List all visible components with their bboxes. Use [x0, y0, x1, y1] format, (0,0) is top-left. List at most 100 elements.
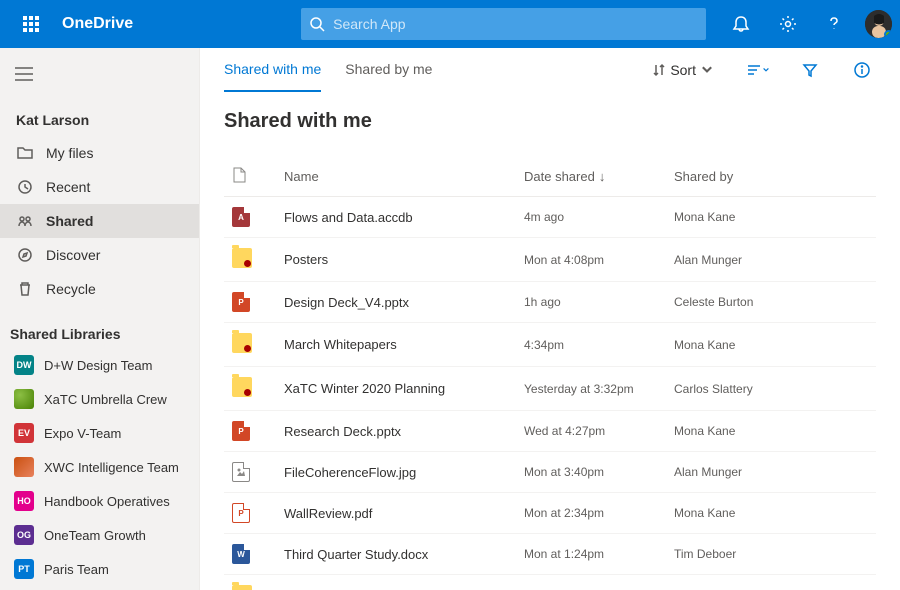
- file-name-cell: March Whitepapers: [276, 323, 516, 367]
- library-item[interactable]: OGOneTeam Growth: [0, 518, 199, 552]
- user-avatar[interactable]: [865, 10, 892, 38]
- nav-item-discover[interactable]: Discover: [0, 238, 199, 272]
- library-item[interactable]: EV Expo V-Team: [0, 416, 199, 450]
- file-table: Name Date shared↓ Shared by A Flows and D…: [224, 157, 876, 590]
- file-icon-cell: [224, 575, 276, 590]
- search-box[interactable]: [301, 8, 706, 40]
- search-input[interactable]: [333, 16, 698, 32]
- info-icon: [854, 62, 870, 78]
- file-by-cell: Carlos Slattery: [666, 367, 876, 411]
- file-name-cell: XaTC Winter 2020 Planning: [276, 367, 516, 411]
- file-by-cell: Mona Kane: [666, 493, 876, 534]
- file-name-cell: WallReview.pdf: [276, 493, 516, 534]
- col-date-header[interactable]: Date shared↓: [516, 157, 666, 197]
- help-icon: [825, 15, 843, 33]
- col-icon-header[interactable]: [224, 157, 276, 197]
- page-title: Shared with me: [200, 92, 900, 157]
- tab-shared-by-me[interactable]: Shared by me: [345, 48, 432, 92]
- image-file-icon: [232, 462, 250, 482]
- library-item[interactable]: PTParis Team: [0, 552, 199, 586]
- file-date-cell: Mon at 3:40pm: [516, 452, 666, 493]
- word-file-icon: W: [232, 544, 250, 564]
- filter-button[interactable]: [796, 56, 824, 84]
- table-row[interactable]: March Whitepapers4:34pmMona Kane: [224, 323, 876, 367]
- nav-item-label: Discover: [46, 247, 100, 263]
- more-link[interactable]: More: [0, 586, 199, 590]
- table-row[interactable]: PDesign Deck_V4.pptx1h agoCeleste Burton: [224, 282, 876, 323]
- nav-item-recycle[interactable]: Recycle: [0, 272, 199, 306]
- tab-shared-with-me[interactable]: Shared with me: [224, 48, 321, 92]
- powerpoint-file-icon: P: [232, 292, 250, 312]
- col-by-header[interactable]: Shared by: [666, 157, 876, 197]
- file-icon-cell: W: [224, 534, 276, 575]
- waffle-icon: [23, 16, 39, 32]
- view-options-button[interactable]: [744, 56, 772, 84]
- file-date-cell: Mon at 4:08pm: [516, 238, 666, 282]
- nav-item-label: Shared: [46, 213, 93, 229]
- table-row[interactable]: PWallReview.pdfMon at 2:34pmMona Kane: [224, 493, 876, 534]
- file-icon-cell: A: [224, 197, 276, 238]
- library-item[interactable]: HOHandbook Operatives: [0, 484, 199, 518]
- library-item[interactable]: XWC Intelligence Team: [0, 450, 199, 484]
- file-date-cell: 1h ago: [516, 282, 666, 323]
- sort-label: Sort: [670, 62, 696, 78]
- table-row[interactable]: FileCoherenceFlow.jpgMon at 3:40pmAlan M…: [224, 452, 876, 493]
- library-label: Expo V-Team: [44, 426, 121, 441]
- file-icon-cell: P: [224, 411, 276, 452]
- recycle-icon: [16, 280, 34, 298]
- topbar: OneDrive: [0, 0, 900, 48]
- info-button[interactable]: [848, 56, 876, 84]
- table-row[interactable]: PResearch Deck.pptxWed at 4:27pmMona Kan…: [224, 411, 876, 452]
- file-date-cell: Wed at 4:27pm: [516, 411, 666, 452]
- file-table-wrap: Name Date shared↓ Shared by A Flows and D…: [200, 157, 900, 590]
- file-icon-cell: P: [224, 493, 276, 534]
- file-by-cell: Mona Kane: [666, 197, 876, 238]
- folder-shared-icon: [232, 333, 252, 353]
- sidebar: Kat Larson My filesRecentSharedDiscoverR…: [0, 48, 200, 590]
- notifications-button[interactable]: [722, 0, 760, 48]
- nav-toggle-button[interactable]: [0, 54, 48, 94]
- settings-button[interactable]: [768, 0, 806, 48]
- table-row[interactable]: PostersMon at 4:08pmAlan Munger: [224, 238, 876, 282]
- file-by-cell: Alan Munger: [666, 452, 876, 493]
- nav-item-label: Recycle: [46, 281, 96, 297]
- chevron-down-icon: [700, 63, 714, 77]
- table-row[interactable]: AFlows and Data.accdb4m agoMona Kane: [224, 197, 876, 238]
- table-row[interactable]: WThird Quarter Study.docxMon at 1:24pmTi…: [224, 534, 876, 575]
- file-by-cell: Mona Kane: [666, 411, 876, 452]
- file-by-cell: Tim Deboer: [666, 534, 876, 575]
- access-file-icon: A: [232, 207, 250, 227]
- folder-shared-icon: [232, 248, 252, 268]
- file-name-cell: Research Deck.pptx: [276, 411, 516, 452]
- file-by-cell: Mona Kane: [666, 323, 876, 367]
- table-row[interactable]: Mock UpsJuly 24Mona Kane: [224, 575, 876, 590]
- nav-item-my-files[interactable]: My files: [0, 136, 199, 170]
- presence-indicator: [884, 30, 892, 38]
- discover-icon: [16, 246, 34, 264]
- file-date-cell: 4:34pm: [516, 323, 666, 367]
- file-icon-cell: [224, 238, 276, 282]
- library-badge: [14, 457, 34, 477]
- library-badge: EV: [14, 423, 34, 443]
- nav-item-shared[interactable]: Shared: [0, 204, 199, 238]
- library-badge: HO: [14, 491, 34, 511]
- file-icon-cell: P: [224, 282, 276, 323]
- sort-icon: [652, 63, 666, 77]
- library-label: XaTC Umbrella Crew: [44, 392, 167, 407]
- sort-desc-icon: ↓: [599, 169, 606, 184]
- file-generic-icon: [232, 167, 246, 183]
- nav-item-recent[interactable]: Recent: [0, 170, 199, 204]
- library-label: D+W Design Team: [44, 358, 153, 373]
- col-name-header[interactable]: Name: [276, 157, 516, 197]
- file-name-cell: Flows and Data.accdb: [276, 197, 516, 238]
- help-button[interactable]: [815, 0, 853, 48]
- library-item[interactable]: XaTC Umbrella Crew: [0, 382, 199, 416]
- recent-icon: [16, 178, 34, 196]
- tabs-row: Shared with me Shared by me Sort: [200, 48, 900, 92]
- file-icon-cell: [224, 452, 276, 493]
- hamburger-icon: [15, 67, 33, 81]
- app-launcher-button[interactable]: [8, 0, 54, 48]
- sort-button[interactable]: Sort: [646, 58, 720, 82]
- table-row[interactable]: XaTC Winter 2020 PlanningYesterday at 3:…: [224, 367, 876, 411]
- library-item[interactable]: DWD+W Design Team: [0, 348, 199, 382]
